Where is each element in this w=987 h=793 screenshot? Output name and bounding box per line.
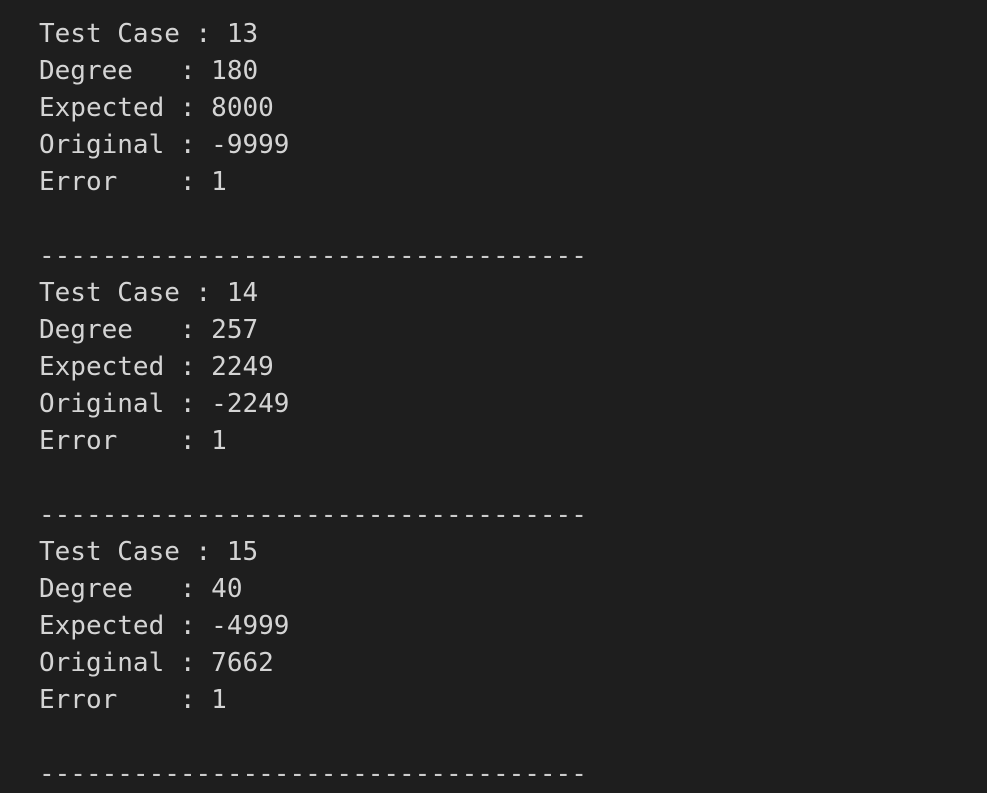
separator-line: -----------------------------------: [39, 759, 587, 789]
test-case-block-15: Test Case : 15 Degree : 40 Expected : -4…: [39, 534, 987, 793]
terminal-output: Test Case : 13 Degree : 180 Expected : 8…: [0, 0, 987, 793]
expected-line: Expected : 2249: [39, 352, 274, 382]
error-line: Error : 1: [39, 685, 227, 715]
expected-line: Expected : -4999: [39, 611, 290, 641]
original-line: Original : 7662: [39, 648, 274, 678]
test-case-block-13: Test Case : 13 Degree : 180 Expected : 8…: [39, 16, 987, 275]
error-line: Error : 1: [39, 426, 227, 456]
test-case-line: Test Case : 14: [39, 278, 259, 308]
test-case-line: Test Case : 15: [39, 537, 259, 567]
original-line: Original : -2249: [39, 389, 290, 419]
test-case-line: Test Case : 13: [39, 19, 259, 49]
test-case-block-14: Test Case : 14 Degree : 257 Expected : 2…: [39, 275, 987, 534]
separator-line: -----------------------------------: [39, 241, 587, 271]
error-line: Error : 1: [39, 167, 227, 197]
degree-line: Degree : 180: [39, 56, 259, 86]
original-line: Original : -9999: [39, 130, 290, 160]
expected-line: Expected : 8000: [39, 93, 274, 123]
degree-line: Degree : 257: [39, 315, 259, 345]
degree-line: Degree : 40: [39, 574, 243, 604]
separator-line: -----------------------------------: [39, 500, 587, 530]
